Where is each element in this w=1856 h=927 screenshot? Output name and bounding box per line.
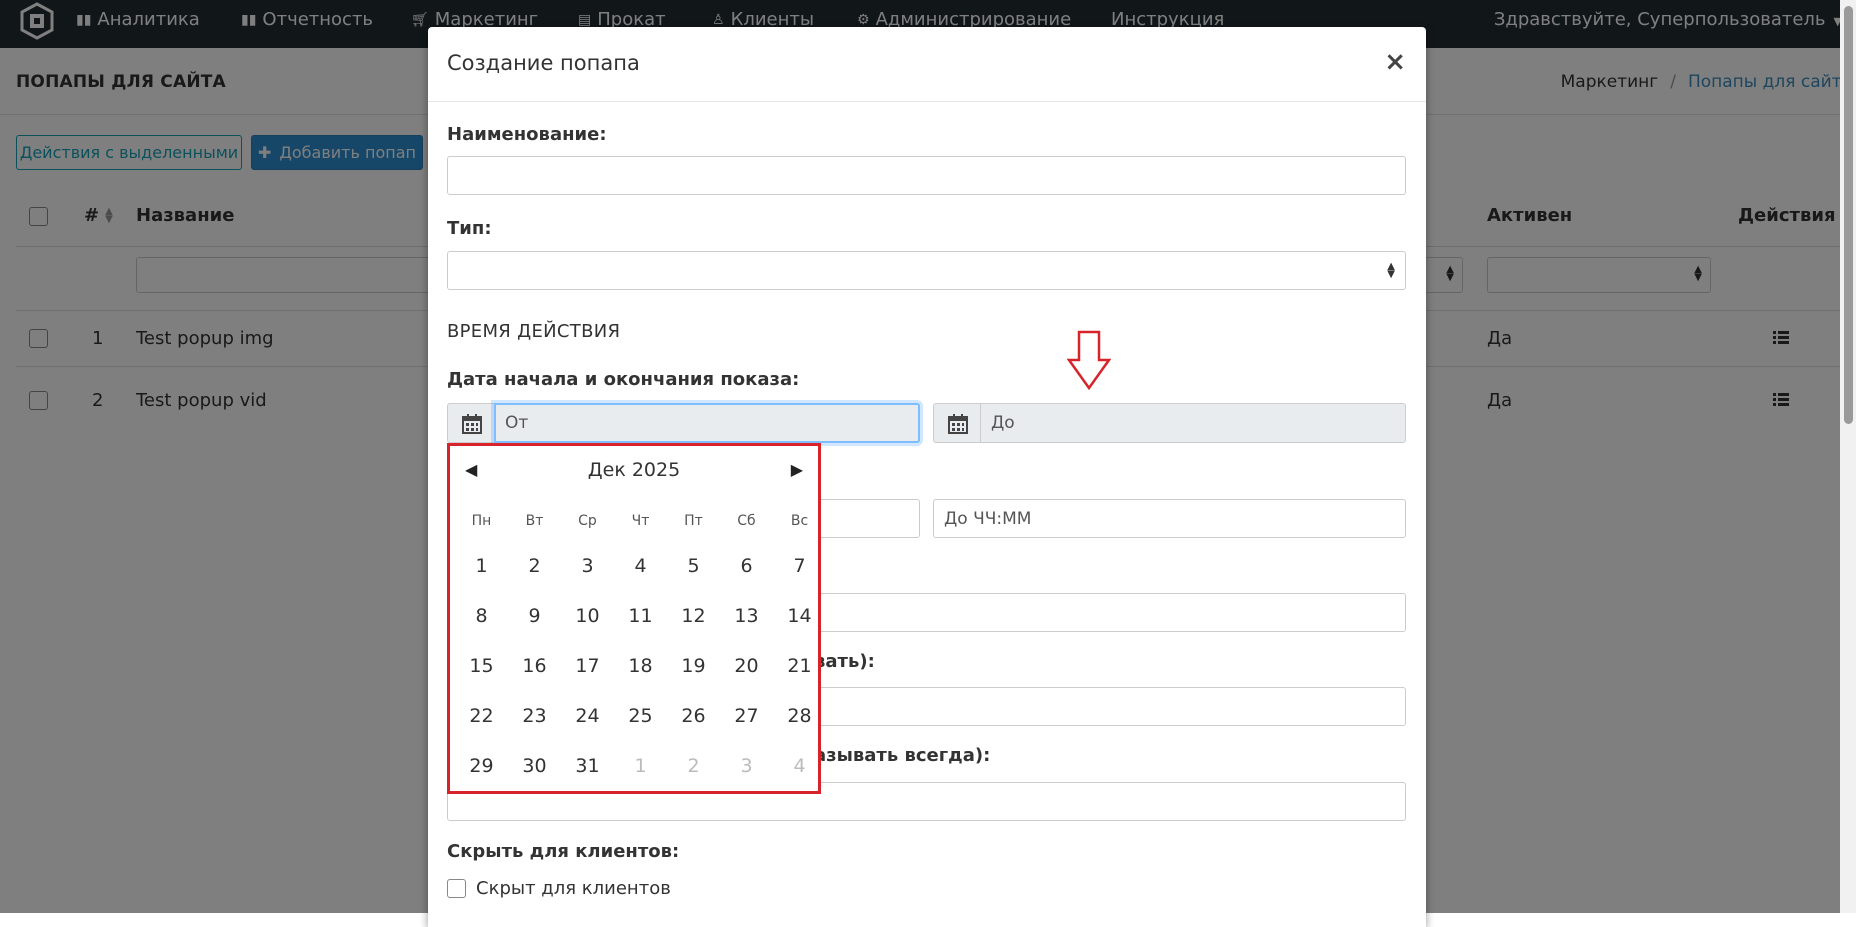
calendar-day[interactable]: 29: [455, 755, 508, 777]
time-to-input[interactable]: До ЧЧ:ММ: [933, 499, 1406, 538]
weekday-header: Вс: [790, 513, 809, 529]
calendar-day[interactable]: 26: [667, 705, 720, 727]
calendar-day[interactable]: 3: [561, 555, 614, 577]
calendar-day[interactable]: 13: [720, 605, 773, 627]
select-arrows-icon: ▲▼: [1387, 261, 1395, 280]
weekday-header: Чт: [631, 513, 650, 529]
calendar-day[interactable]: 9: [508, 605, 561, 627]
calendar-day[interactable]: 22: [455, 705, 508, 727]
datepicker-month-title[interactable]: Дек 2025: [450, 459, 818, 481]
modal-title: Создание попапа: [447, 51, 640, 75]
calendar-day[interactable]: 17: [561, 655, 614, 677]
calendar-day[interactable]: 16: [508, 655, 561, 677]
partial-label-2: азывать всегда):: [814, 745, 991, 766]
calendar-day[interactable]: 12: [667, 605, 720, 627]
type-label: Тип:: [447, 218, 492, 239]
calendar-day[interactable]: 27: [720, 705, 773, 727]
calendar-day[interactable]: 1: [455, 555, 508, 577]
calendar-day[interactable]: 15: [455, 655, 508, 677]
calendar-day[interactable]: 25: [614, 705, 667, 727]
weekday-header: Пт: [684, 513, 703, 529]
calendar-day[interactable]: 28: [773, 705, 826, 727]
calendar-icon: [948, 414, 968, 434]
calendar-day[interactable]: 14: [773, 605, 826, 627]
calendar-day[interactable]: 8: [455, 605, 508, 627]
weekday-header: Ср: [578, 513, 597, 529]
calendar-day[interactable]: 21: [773, 655, 826, 677]
calendar-day[interactable]: 30: [508, 755, 561, 777]
calendar-day[interactable]: 19: [667, 655, 720, 677]
calendar-day[interactable]: 23: [508, 705, 561, 727]
calendar-day[interactable]: 11: [614, 605, 667, 627]
weekday-header: Пн: [471, 513, 492, 529]
weekday-header: Вт: [525, 513, 544, 529]
hide-for-clients-label: Скрыть для клиентов:: [447, 841, 680, 862]
calendar-day[interactable]: 5: [667, 555, 720, 577]
hide-for-clients-option[interactable]: Скрыт для клиентов: [447, 878, 671, 899]
calendar-day[interactable]: 31: [561, 755, 614, 777]
date-range-label: Дата начала и окончания показа:: [447, 369, 800, 390]
scrollbar[interactable]: [1840, 0, 1856, 913]
section-time-heading: ВРЕМЯ ДЕЙСТВИЯ: [447, 321, 621, 342]
hide-for-clients-checkbox[interactable]: [447, 879, 466, 898]
date-from-input[interactable]: От: [494, 403, 920, 443]
name-input[interactable]: [447, 156, 1406, 195]
calendar-day[interactable]: 7: [773, 555, 826, 577]
calendar-day[interactable]: 18: [614, 655, 667, 677]
date-to-group: До: [933, 403, 1406, 443]
date-to-input[interactable]: До: [980, 403, 1406, 443]
calendar-day-other-month[interactable]: 4: [773, 755, 826, 777]
calendar-icon: [462, 414, 482, 434]
hide-for-clients-checkbox-label: Скрыт для клиентов: [476, 878, 671, 899]
calendar-day-other-month[interactable]: 3: [720, 755, 773, 777]
type-select[interactable]: ▲ ▼: [447, 251, 1406, 290]
calendar-day-other-month[interactable]: 1: [614, 755, 667, 777]
calendar-day[interactable]: 6: [720, 555, 773, 577]
date-to-addon[interactable]: [933, 403, 981, 443]
datepicker-popup: ◀ Дек 2025 ▶ Пн Вт Ср Чт Пт Сб Вс 1 2 3 4 5 6 7 8 9 10 11…: [447, 443, 821, 794]
weekday-header: Сб: [737, 513, 756, 529]
calendar-day[interactable]: 20: [720, 655, 773, 677]
scrollbar-thumb[interactable]: [1844, 6, 1853, 424]
date-from-addon[interactable]: [447, 403, 495, 443]
calendar-day[interactable]: 24: [561, 705, 614, 727]
calendar-day[interactable]: 10: [561, 605, 614, 627]
calendar-day[interactable]: 2: [508, 555, 561, 577]
name-label: Наименование:: [447, 124, 607, 145]
date-from-group: От: [447, 403, 920, 443]
calendar-day-other-month[interactable]: 2: [667, 755, 720, 777]
annotation-arrow-icon: [1067, 330, 1111, 390]
modal-header: Создание попапа ×: [428, 27, 1426, 102]
close-icon[interactable]: ×: [1384, 47, 1406, 77]
calendar-day[interactable]: 4: [614, 555, 667, 577]
next-month-icon[interactable]: ▶: [791, 460, 803, 479]
